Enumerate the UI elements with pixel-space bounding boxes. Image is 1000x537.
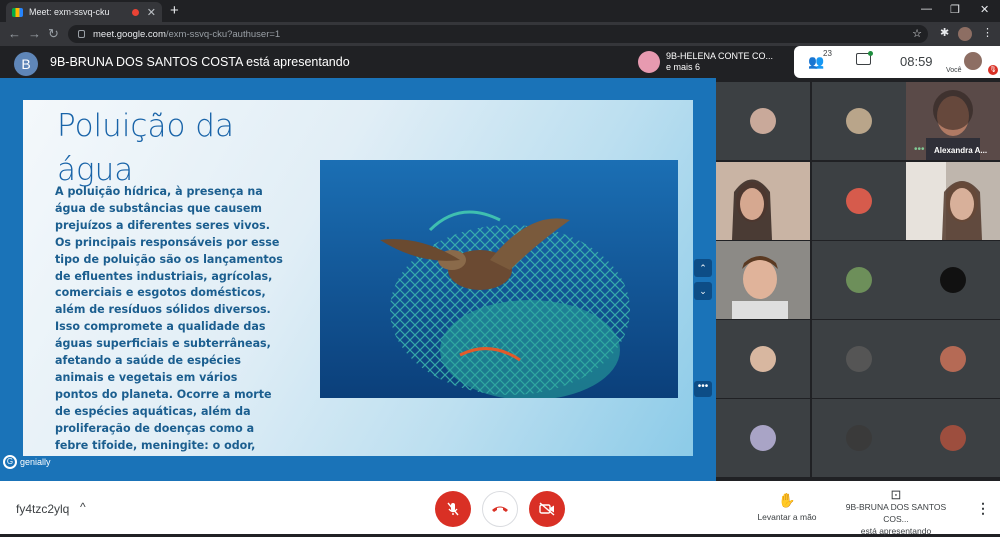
participant-avatar [750,346,776,372]
mic-toggle-button[interactable] [435,491,471,527]
participant-video-tile[interactable] [906,162,1000,240]
participant-name: Alexandra A... [934,146,988,155]
participant-tile[interactable] [906,399,1000,477]
presentation-info-button[interactable]: ⊡ 9B-BRUNA DOS SANTOS COS... está aprese… [832,487,960,537]
presented-slide: Poluição da água A poluição hídrica, à p… [23,100,693,456]
url-host: meet.google.com [93,28,166,40]
participant-video-tile[interactable] [716,162,810,240]
slide-more-button[interactable]: ••• [694,381,712,397]
turtle-in-net-photo [320,160,678,398]
pinned-more: e mais 6 [666,62,701,72]
pinned-name: 9B-HELENA CONTE CO... [666,51,774,61]
slide-up-button[interactable]: ⌃ [694,259,712,277]
leave-call-button[interactable] [482,491,518,527]
self-avatar[interactable] [964,52,982,70]
meet-favicon-icon [12,7,23,17]
participant-avatar [940,346,966,372]
meeting-code[interactable]: fy4tzc2ylq [16,502,69,516]
forward-icon[interactable]: → [28,26,41,41]
participant-avatar [846,425,872,451]
participant-tile[interactable] [906,241,1000,319]
minimize-icon[interactable]: — [921,3,932,15]
present-screen-icon: ⊡ [890,487,902,502]
new-tab-button[interactable]: + [170,2,179,19]
participant-tile[interactable] [812,320,906,398]
url-field[interactable]: meet.google.com /exm-ssvq-cku?authuser=1… [68,25,928,43]
extensions-icon[interactable]: ✱ [940,26,949,39]
participant-tile[interactable] [812,162,906,240]
tab-close-button[interactable]: ✕ [147,6,156,19]
presenter-banner: 9B-BRUNA DOS SANTOS COSTA está apresenta… [50,55,350,69]
hang-up-icon [492,506,508,512]
presentation-stage: Poluição da água A poluição hídrica, à p… [0,78,716,481]
participant-tile[interactable] [812,241,906,319]
slide-down-button[interactable]: ⌄ [694,282,712,300]
camera-off-icon [539,502,555,516]
participant-avatar [750,425,776,451]
participant-tile[interactable] [906,320,1000,398]
bookmark-star-icon[interactable]: ☆ [912,27,922,40]
participant-avatar [750,108,776,134]
participant-tile[interactable] [716,82,810,160]
participant-tile[interactable] [716,320,810,398]
participant-tile[interactable] [812,82,906,160]
audio-dots-icon: ••• [914,144,925,155]
recording-indicator-icon [131,8,139,16]
participant-avatar [846,188,872,214]
browser-profile-avatar[interactable] [958,27,972,41]
reload-icon[interactable]: ↻ [48,26,59,42]
hand-icon: ✋ [778,492,796,508]
browser-menu-icon[interactable]: ⋮ [982,26,993,39]
slide-body: A poluição hídrica, à presença na água d… [55,185,283,456]
genially-brand: G genially [3,455,51,469]
address-bar: ← → ↻ meet.google.com /exm-ssvq-cku?auth… [0,22,1000,46]
camera-toggle-button[interactable] [529,491,565,527]
lock-icon [78,30,85,38]
participant-video-tile[interactable] [716,241,810,319]
presenter-name: 9B-BRUNA DOS SANTOS COS... [845,502,947,524]
presenter-avatar: B [14,52,38,76]
pinned-participants-card[interactable]: 9B-HELENA CONTE CO... e mais 6 [638,48,788,76]
back-icon[interactable]: ← [8,26,21,41]
raise-hand-button[interactable]: ✋ Levantar a mão [755,492,819,522]
self-label: Você [946,67,962,74]
raise-hand-label: Levantar a mão [757,512,817,522]
participant-tile[interactable] [812,399,906,477]
genially-label: genially [20,457,51,467]
people-icon[interactable]: 👥 [808,54,824,70]
participant-avatar [846,108,872,134]
pinned-avatar [638,51,660,73]
genially-logo-icon: G [3,455,17,469]
tab-title: Meet: exm-ssvq-cku [29,7,110,17]
maximize-icon[interactable]: ❐ [950,3,960,16]
participant-avatar [846,267,872,293]
browser-tab[interactable]: Meet: exm-ssvq-cku ✕ [6,2,162,22]
mic-off-icon [447,502,459,516]
slide-title: Poluição da água [57,108,234,188]
meeting-clock: 08:59 [900,54,933,69]
chat-notification-dot [868,51,873,56]
participant-grid: ••• Alexandra A... [716,78,1000,481]
url-path: /exm-ssvq-cku?authuser=1 [165,28,281,40]
participant-avatar [940,267,966,293]
participant-video-tile[interactable]: ••• Alexandra A... [906,82,1000,160]
more-options-icon[interactable]: ⋮ [976,500,990,517]
meeting-info-panel: 👥 23 08:59 Você 🎙 [794,46,1000,78]
participant-avatar [940,425,966,451]
muted-mic-icon: 🎙 [988,65,998,75]
browser-tab-bar: Meet: exm-ssvq-cku ✕ + — ❐ ✕ [0,0,1000,22]
participant-avatar [846,346,872,372]
participant-tile[interactable] [716,399,810,477]
close-window-icon[interactable]: ✕ [980,3,989,16]
presenter-status: está apresentando [860,526,932,536]
people-count: 23 [823,49,832,58]
meeting-details-chevron-icon[interactable]: ^ [80,500,86,514]
